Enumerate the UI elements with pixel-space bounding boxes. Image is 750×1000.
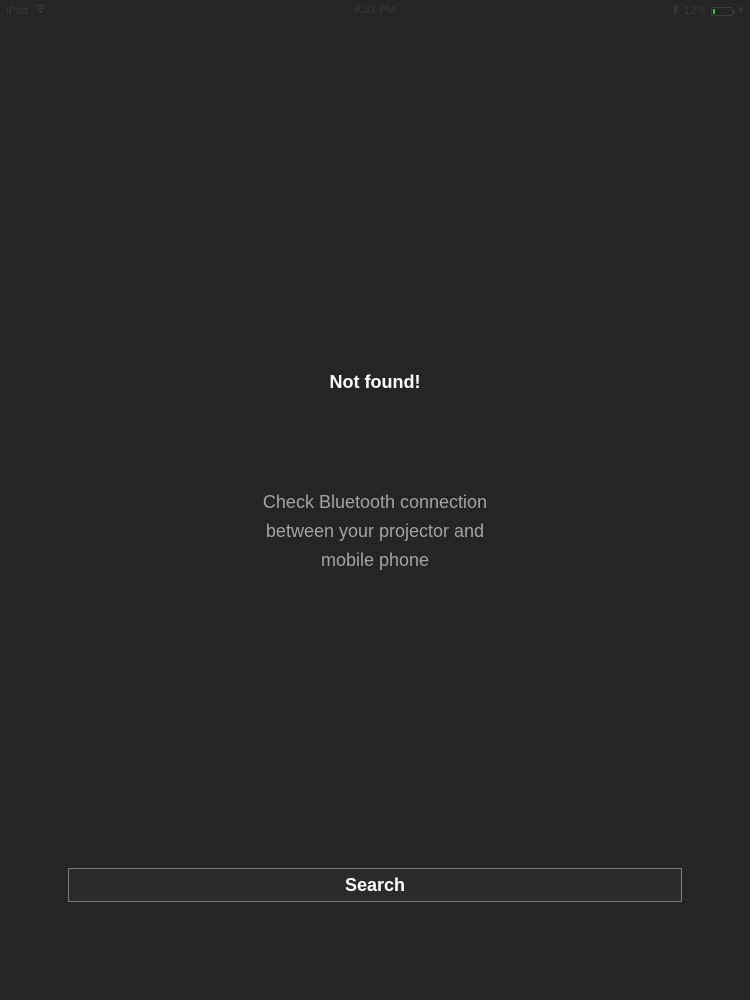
search-button[interactable]: Search xyxy=(68,868,682,902)
charging-icon xyxy=(738,4,744,18)
battery-level-fill xyxy=(713,8,715,14)
status-time: 6:33 PM xyxy=(354,4,396,16)
not-found-title: Not found! xyxy=(329,372,421,392)
message-line: Check Bluetooth connection xyxy=(262,492,488,512)
bluetooth-message: Check Bluetooth connection between your … xyxy=(0,488,750,575)
message-line: between your projector and xyxy=(265,521,485,541)
battery-nub xyxy=(733,9,735,14)
status-bar: iPad 6:33 PM 12% xyxy=(0,0,750,20)
battery-icon xyxy=(711,6,735,16)
message-line: mobile phone xyxy=(320,550,430,570)
status-right: 12% xyxy=(672,4,744,18)
app-screen: iPad 6:33 PM 12% Not found! Check Blueto… xyxy=(0,0,750,1000)
battery-percent: 12% xyxy=(683,5,706,17)
bluetooth-icon xyxy=(672,4,679,18)
